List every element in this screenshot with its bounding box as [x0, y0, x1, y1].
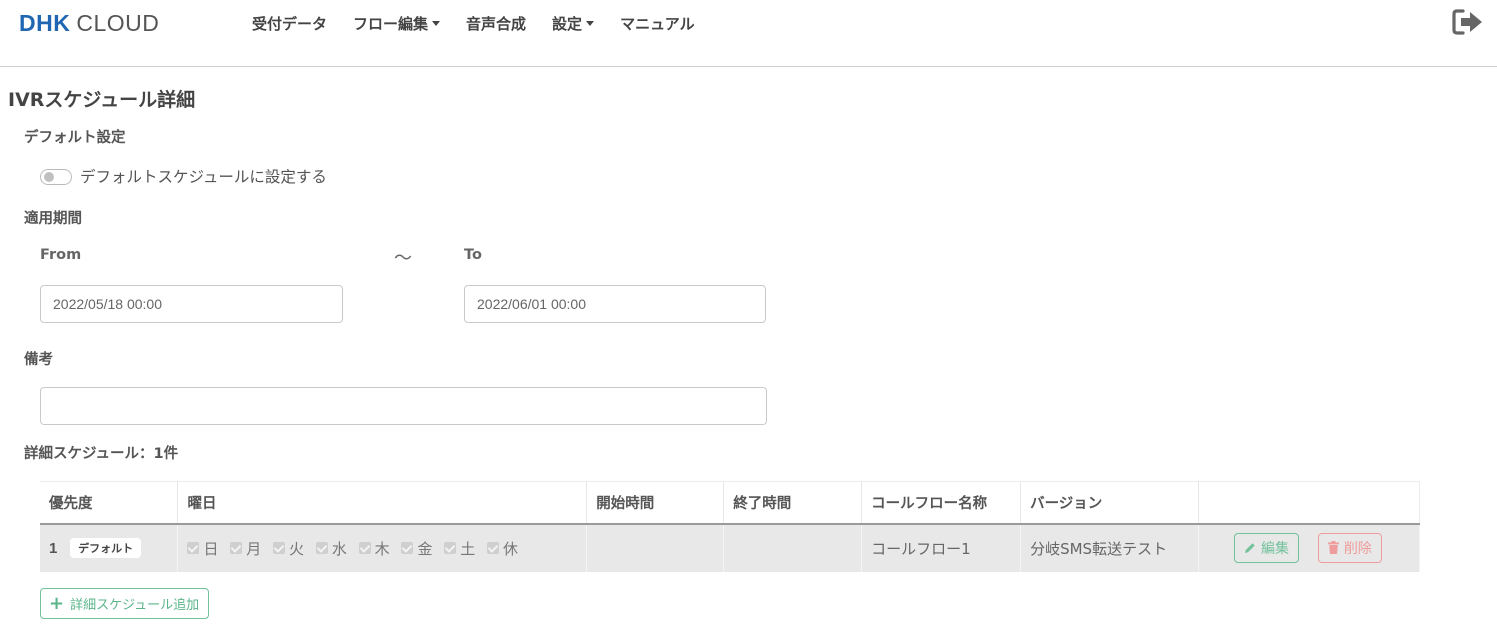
table-header-row: 優先度 曜日 開始時間 終了時間 コールフロー名称 バージョン [40, 481, 1420, 525]
pencil-icon [1245, 543, 1255, 554]
trash-icon [1327, 541, 1339, 555]
day-sun: 日 [187, 538, 218, 559]
checkbox-checked-icon [444, 542, 457, 554]
notes-input[interactable] [40, 387, 767, 425]
col-weekday: 曜日 [177, 481, 588, 525]
cell-start-time [586, 523, 725, 572]
day-label: 土 [460, 539, 476, 558]
nav-label: フロー編集 [353, 14, 429, 33]
edit-button[interactable]: 編集 [1234, 533, 1300, 564]
default-schedule-toggle-label: デフォルトスケジュールに設定する [80, 168, 327, 186]
col-priority: 優先度 [40, 481, 179, 525]
priority-number: 1 [49, 539, 58, 557]
default-schedule-toggle[interactable] [40, 169, 72, 185]
day-thu: 木 [358, 538, 390, 559]
nav-label: 受付データ [252, 14, 328, 33]
cell-actions: 編集 削除 [1198, 523, 1420, 572]
day-label: 水 [331, 539, 347, 558]
to-datetime-input[interactable]: 2022/06/01 00:00 [464, 285, 766, 323]
nav-flow-edit[interactable]: フロー編集 [353, 13, 441, 34]
col-end-time: 終了時間 [723, 481, 863, 525]
day-mon: 月 [230, 538, 261, 559]
sign-out-icon [1452, 9, 1482, 35]
main-nav: 受付データ フロー編集 音声合成 設定 マニュアル [252, 12, 721, 34]
col-flow-name: コールフロー名称 [861, 481, 1022, 525]
nav-label: マニュアル [620, 14, 695, 33]
nav-label: 音声合成 [466, 14, 527, 33]
period-separator: 〜 [394, 248, 412, 269]
toggle-knob [44, 172, 54, 182]
page-title: IVRスケジュール詳細 [8, 89, 196, 111]
from-datetime-value: 2022/05/18 00:00 [53, 296, 162, 312]
cell-weekdays: 日 月 火 水 木 金 土 休 [177, 523, 588, 572]
delete-label: 削除 [1343, 540, 1372, 557]
day-tue: 火 [273, 538, 304, 559]
day-label: 金 [417, 539, 433, 558]
col-actions [1198, 481, 1420, 525]
logo-cloud: CLOUD [76, 9, 160, 36]
day-sat: 土 [444, 538, 475, 559]
to-label: To [464, 247, 482, 263]
top-navbar: DHK CLOUD 受付データ フロー編集 音声合成 設定 マニュアル [0, 0, 1497, 67]
checkbox-checked-icon [401, 542, 414, 554]
day-holiday: 休 [487, 538, 518, 559]
day-label: 日 [203, 539, 219, 558]
nav-reception-data[interactable]: 受付データ [252, 13, 327, 34]
default-setting-label: デフォルト設定 [24, 130, 126, 146]
cell-end-time [723, 523, 863, 572]
edit-label: 編集 [1261, 541, 1290, 558]
caret-down-icon [586, 20, 595, 26]
nav-settings[interactable]: 設定 [552, 13, 595, 34]
from-datetime-input[interactable]: 2022/05/18 00:00 [40, 285, 343, 323]
nav-voice-synthesis[interactable]: 音声合成 [466, 13, 526, 34]
delete-button[interactable]: 削除 [1317, 532, 1382, 563]
day-label: 休 [503, 539, 519, 558]
logo-dhk: DHK [19, 9, 71, 36]
notes-label: 備考 [24, 352, 53, 368]
checkbox-checked-icon [358, 542, 371, 554]
period-label: 適用期間 [24, 211, 82, 227]
col-version: バージョン [1020, 481, 1200, 525]
checkbox-checked-icon [230, 542, 243, 554]
checkbox-checked-icon [187, 542, 200, 554]
caret-down-icon [432, 20, 441, 26]
plus-icon: + [49, 592, 65, 614]
add-schedule-button[interactable]: + 詳細スケジュール追加 [40, 588, 210, 619]
schedule-table: 優先度 曜日 開始時間 終了時間 コールフロー名称 バージョン 1 デフォルト … [40, 481, 1420, 572]
add-schedule-label: 詳細スケジュール追加 [70, 598, 200, 613]
day-label: 火 [289, 539, 305, 558]
day-wed: 水 [315, 538, 347, 559]
nav-label: 設定 [552, 14, 583, 33]
cell-priority: 1 デフォルト [40, 523, 179, 572]
col-start-time: 開始時間 [586, 481, 725, 525]
logo[interactable]: DHK CLOUD [19, 10, 159, 36]
schedule-count-label: 詳細スケジュール：1件 [24, 446, 179, 462]
checkbox-checked-icon [487, 542, 500, 554]
nav-manual[interactable]: マニュアル [620, 13, 695, 34]
from-label: From [40, 247, 82, 263]
table-row: 1 デフォルト 日 月 火 水 木 金 土 休 コールフロー1 分岐SMS転送テ… [40, 523, 1420, 572]
logout-button[interactable] [1452, 8, 1484, 36]
checkbox-checked-icon [273, 542, 286, 554]
default-badge: デフォルト [70, 538, 142, 558]
cell-version: 分岐SMS転送テスト [1020, 523, 1200, 572]
day-label: 木 [374, 539, 390, 558]
checkbox-checked-icon [315, 542, 328, 554]
cell-flow-name: コールフロー1 [861, 523, 1022, 572]
day-fri: 金 [401, 538, 432, 559]
day-label: 月 [246, 539, 262, 558]
to-datetime-value: 2022/06/01 00:00 [477, 296, 586, 312]
